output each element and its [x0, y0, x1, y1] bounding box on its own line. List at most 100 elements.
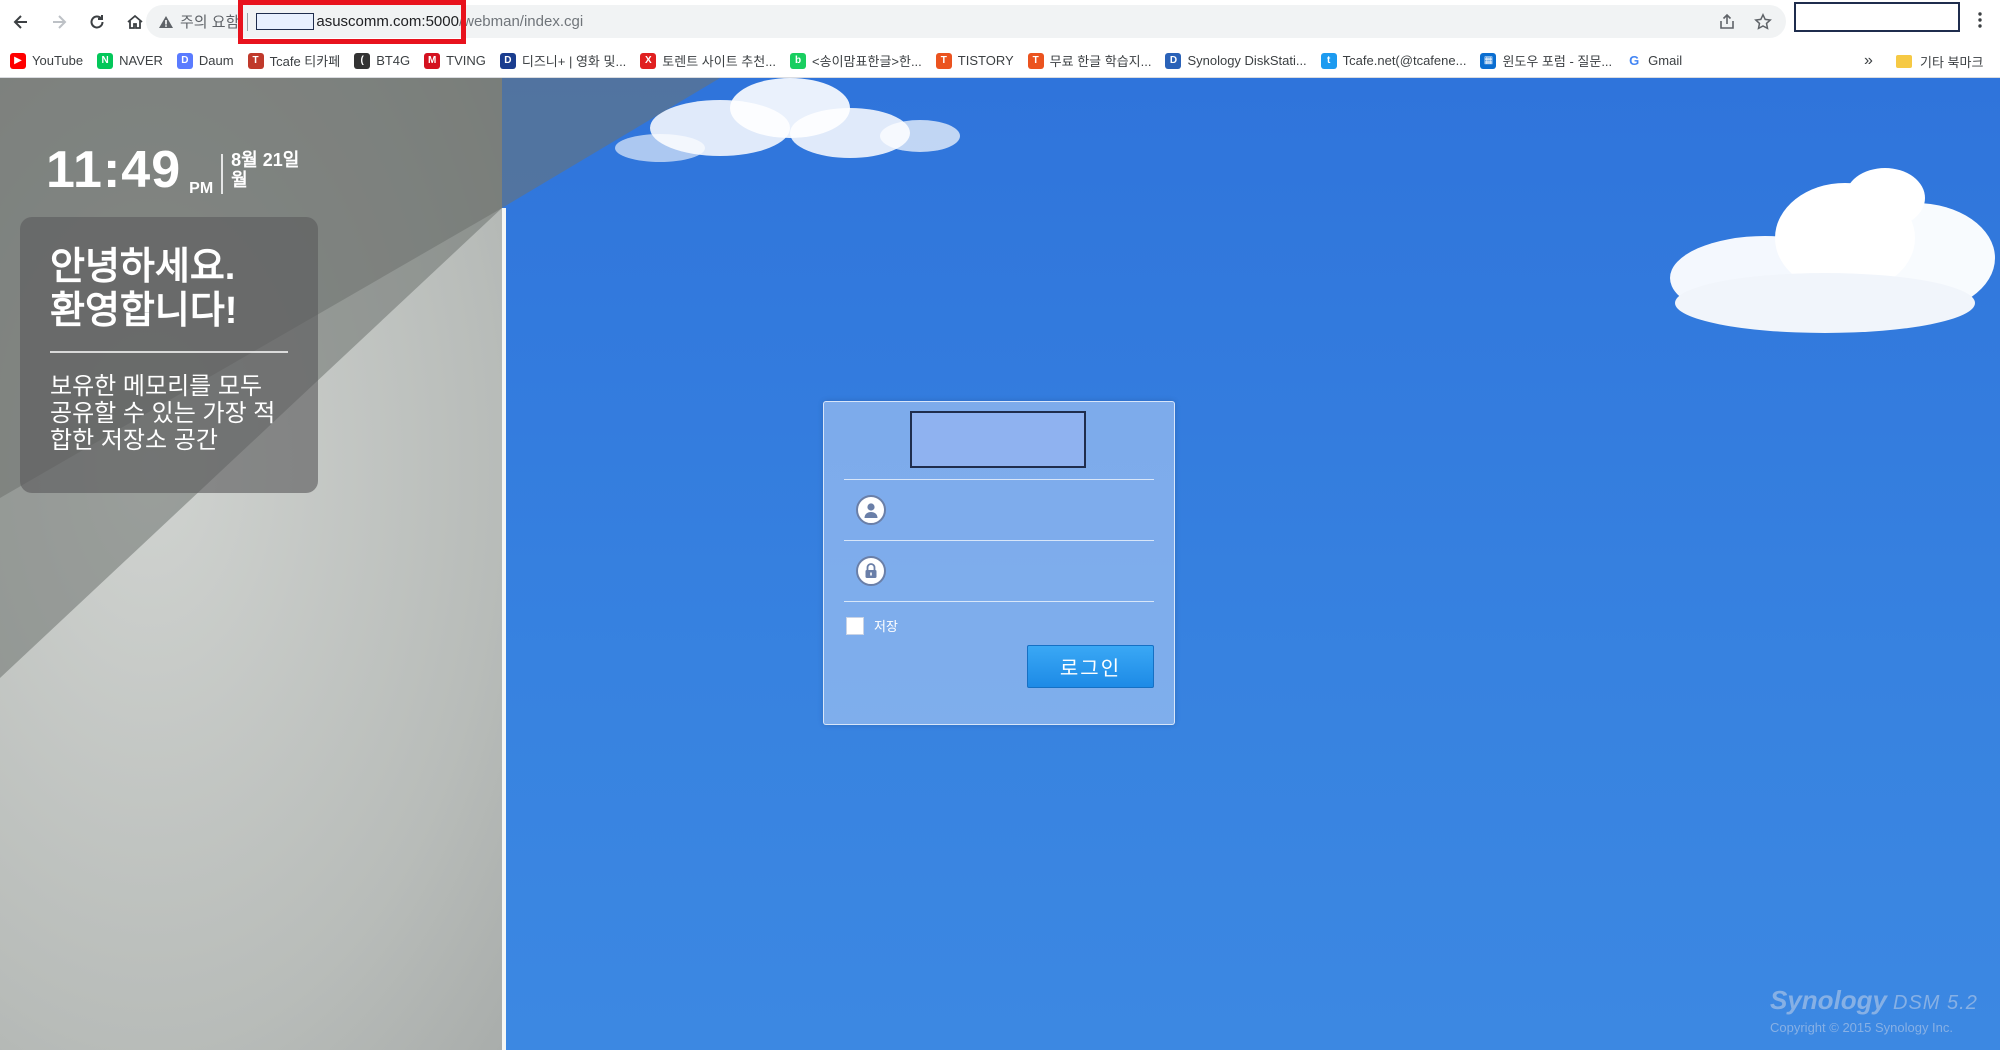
welcome-divider — [50, 351, 288, 353]
clock-date: 8월 21일 월 — [231, 150, 299, 190]
welcome-message: 보유한 메모리를 모두 공유할 수 있는 가장 적합한 저장소 공간 — [50, 373, 276, 454]
bookmark-label: TISTORY — [957, 53, 1014, 68]
redacted-hostname — [256, 13, 315, 30]
other-bookmarks-folder[interactable]: 기타 북마크 — [1896, 44, 1983, 78]
redacted-logo — [910, 411, 1086, 468]
remember-checkbox[interactable] — [846, 616, 864, 635]
browser-toolbar: 주의 요함 asuscomm.com:5000 /webman/index.cg… — [0, 0, 2000, 44]
bookmark-item[interactable]: D 디즈니+ | 영화 및... — [499, 51, 627, 70]
login-button[interactable]: 로그인 — [1027, 645, 1154, 688]
more-vertical-icon — [1978, 12, 1982, 28]
share-icon[interactable] — [1718, 13, 1736, 31]
tistory-icon: T — [935, 52, 952, 69]
profile-button[interactable] — [1794, 2, 1960, 32]
tcafe-icon: T — [247, 52, 264, 69]
bookmark-item[interactable]: T TISTORY — [935, 52, 1014, 69]
clock-widget: 11:49 PM 8월 21일 월 — [46, 144, 299, 198]
login-dialog: 저장 로그인 — [823, 401, 1175, 725]
bookmark-item[interactable]: b <송이맘표한글>한... — [790, 51, 922, 70]
remember-me[interactable]: 저장 — [846, 616, 898, 635]
back-button[interactable] — [4, 5, 38, 39]
bookmark-item[interactable]: ▶ YouTube — [10, 52, 83, 69]
welcome-title: 안녕하세요. 환영합니다! — [50, 245, 288, 333]
bookmark-label: Gmail — [1648, 53, 1683, 68]
bookmark-list: ▶ YouTube N NAVER D Daum T Tcafe 티카페 ( BT4G M TVING… — [10, 51, 1696, 70]
daum-icon: D — [176, 52, 193, 69]
bookmark-item[interactable]: G Gmail — [1626, 52, 1683, 69]
bookmark-item[interactable]: T 무료 한글 학습지... — [1027, 51, 1152, 70]
bookmark-label: NAVER — [119, 53, 163, 68]
user-icon — [856, 494, 886, 525]
home-icon — [127, 14, 143, 29]
bookmarks-bar: ▶ YouTube N NAVER D Daum T Tcafe 티카페 ( BT4G M TVING… — [0, 44, 2000, 78]
bookmark-label: <송이맘표한글>한... — [812, 54, 922, 69]
clock-time: 11:49 — [46, 141, 182, 199]
clock-ampm: PM — [189, 180, 214, 197]
login-divider — [844, 601, 1154, 602]
bookmark-label: 토렌트 사이트 추천... — [662, 54, 777, 69]
bookmark-label: Daum — [198, 53, 234, 68]
bookmark-item[interactable]: D Synology DiskStati... — [1165, 52, 1307, 69]
windows-icon: ▦ — [1480, 52, 1497, 69]
copyright-text: Copyright © 2015 Synology Inc. — [1770, 1020, 1954, 1035]
password-input[interactable] — [896, 550, 1154, 591]
security-label: 주의 요함 — [180, 14, 240, 31]
bookmark-item[interactable]: X 토렌트 사이트 추천... — [640, 51, 776, 70]
arrow-left-icon — [13, 15, 27, 29]
welcome-title-line1: 안녕하세요. — [50, 246, 236, 288]
disney-icon: D — [499, 52, 516, 69]
remember-label: 저장 — [874, 619, 898, 634]
lock-icon — [856, 555, 886, 586]
synology-brand: Synology DSM 5.2 — [1770, 985, 1978, 1016]
cloud-right — [1670, 168, 1995, 333]
welcome-card: 안녕하세요. 환영합니다! 보유한 메모리를 모두 공유할 수 있는 가장 적합… — [20, 217, 318, 493]
reload-button[interactable] — [80, 5, 114, 39]
bookmark-star-icon[interactable] — [1754, 12, 1772, 31]
bookmark-label: 디즈니+ | 영화 및... — [521, 54, 627, 69]
bt4g-icon: ( — [354, 52, 371, 69]
blog-icon: b — [790, 52, 807, 69]
dsm-login-page: 11:49 PM 8월 21일 월 안녕하세요. 환영합니다! 보유한 메모리를… — [0, 78, 2000, 1050]
bookmarks-overflow-button[interactable]: » — [1864, 44, 1873, 78]
clock-divider — [221, 154, 224, 194]
tistory-icon: T — [1027, 52, 1044, 69]
brand-name: Synology — [1770, 985, 1888, 1015]
bookmark-item[interactable]: ▦ 윈도우 포럼 - 질문... — [1480, 51, 1612, 70]
google-icon: G — [1626, 52, 1643, 69]
password-row — [844, 540, 1154, 600]
omnibox-divider — [247, 12, 249, 31]
bookmark-item[interactable]: D Daum — [176, 52, 234, 69]
url-text[interactable]: asuscomm.com:5000 /webman/index.cgi — [256, 13, 583, 30]
bookmark-label: Tcafe.net(@tcafene... — [1342, 53, 1467, 68]
twitter-icon: t — [1320, 52, 1337, 69]
bookmark-label: 윈도우 포럼 - 질문... — [1502, 54, 1613, 69]
bookmark-label: 무료 한글 학습지... — [1049, 54, 1152, 69]
torrent-icon: X — [640, 52, 657, 69]
brand-version: DSM 5.2 — [1893, 992, 1978, 1014]
arrow-right-icon — [53, 15, 67, 29]
clock-date-weekday: 월 — [231, 170, 248, 190]
bookmark-item[interactable]: t Tcafe.net(@tcafene... — [1320, 52, 1467, 69]
naver-icon: N — [97, 52, 114, 69]
warning-icon — [159, 15, 173, 28]
welcome-title-line2: 환영합니다! — [50, 290, 238, 332]
youtube-icon: ▶ — [10, 52, 26, 69]
dsm-icon: D — [1165, 52, 1182, 69]
bookmark-item[interactable]: T Tcafe 티카페 — [247, 51, 340, 70]
security-indicator[interactable]: 주의 요함 — [158, 11, 239, 32]
bookmark-label: TVING — [446, 53, 486, 68]
reload-icon — [90, 15, 104, 29]
folder-icon — [1896, 54, 1912, 68]
username-input[interactable] — [896, 489, 1154, 530]
url-path: /webman/index.cgi — [458, 13, 584, 30]
bookmark-item[interactable]: N NAVER — [97, 52, 163, 69]
browser-menu-button[interactable] — [1968, 8, 1992, 36]
address-bar[interactable]: 주의 요함 asuscomm.com:5000 /webman/index.cg… — [146, 5, 1786, 38]
tving-icon: M — [424, 52, 441, 69]
forward-button[interactable] — [42, 5, 76, 39]
url-host: asuscomm.com:5000 — [316, 13, 459, 30]
bookmark-item[interactable]: M TVING — [424, 52, 486, 69]
bookmark-label: BT4G — [376, 53, 411, 68]
clock-date-day: 8월 21일 — [231, 150, 300, 170]
bookmark-item[interactable]: ( BT4G — [354, 52, 411, 69]
